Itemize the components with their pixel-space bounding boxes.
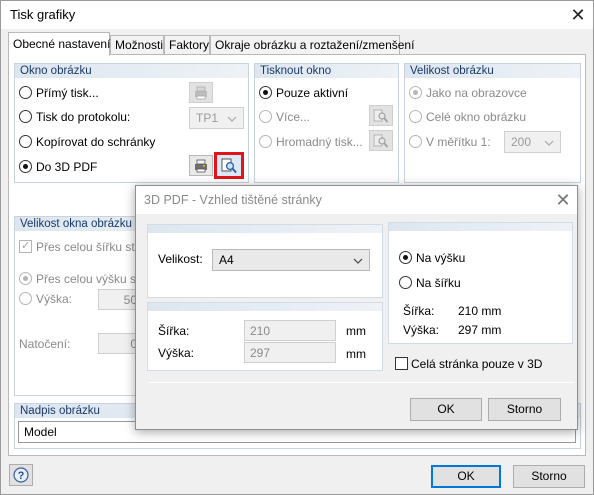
radio-label: Více... [276,110,311,124]
scale-select-value: 200 [511,135,532,149]
radio-jako-na-obrazovce[interactable] [409,86,422,99]
radio-pouze-aktivni[interactable] [259,86,272,99]
radio-label: Přímý tisk... [36,86,99,100]
tab-obecne-nastaveni[interactable]: Obecné nastavení [8,32,110,56]
checkbox-label: Celá stránka pouze v 3D [411,357,543,371]
height-label: Výška: [158,346,195,360]
radio-label: Pouze aktivní [276,86,349,100]
radio-label: Do 3D PDF [36,160,98,174]
width-unit: mm [346,324,366,338]
radio-hromadny-tisk[interactable] [259,135,272,148]
group-title: Tisknout okno [255,64,398,78]
radio-na-vysku[interactable] [399,251,412,264]
chevron-down-icon [544,140,554,146]
radio-label: Hromadný tisk... [276,135,363,149]
checkbox-full-width[interactable] [19,239,32,253]
info-height-value: 297 mm [458,323,502,337]
dialog-title-bar: 3D PDF - Vzhled tištěné stránky ✕ [136,186,577,214]
size-select-value: A4 [219,253,234,267]
tab-moznosti[interactable]: Možnosti [110,35,164,54]
height-unit: mm [346,347,366,361]
dialog-cancel-button[interactable]: Storno [488,398,561,421]
chevron-down-icon [227,116,237,122]
dialog-title: 3D PDF - Vzhled tištěné stránky [144,193,322,207]
radio-label: Celé okno obrázku [426,110,527,124]
radio-label: Přes celou výšku strá [36,272,151,286]
separator [149,382,574,383]
info-height-label: Výška: [403,323,440,337]
radio-label: Na šířku [416,276,461,290]
magnifier-icon[interactable] [369,105,393,126]
radio-vyska[interactable] [19,292,32,305]
radio-vice[interactable] [259,110,272,123]
size-select[interactable]: A4 [212,249,370,271]
radio-v-meritku[interactable] [409,135,422,148]
width-label: Šířka: [158,324,190,338]
help-button[interactable]: ? [9,464,33,486]
radio-label: Jako na obrazovce [426,86,527,100]
tab-okraje[interactable]: Okraje obrázku a roztažení/zmenšení [210,35,414,54]
size-label: Velikost: [158,252,203,266]
info-width-label: Šířka: [403,304,435,318]
close-icon[interactable]: ✕ [569,6,587,24]
window-title: Tisk grafiky [10,7,76,22]
checkbox-full-page-3d[interactable] [395,357,408,370]
protocol-select-value: TP1 [196,111,219,125]
magnifier-page-icon [221,158,237,173]
radio-label: Kopírovat do schránky [36,135,156,149]
group-title: Velikost obrázku [405,64,580,78]
svg-text:?: ? [18,470,25,482]
radio-na-sirku[interactable] [399,276,412,289]
scale-select[interactable]: 200 [504,131,561,153]
radio-label: V měřítku 1: [426,135,491,149]
protocol-select[interactable]: TP1 [189,107,244,129]
printer-settings-icon[interactable] [189,82,213,103]
group-title: Okno obrázku [15,64,248,78]
tab-faktory[interactable]: Faktory [164,35,210,54]
printer-settings-icon[interactable] [189,155,213,176]
radio-primy-tisk[interactable] [19,86,32,99]
radio-label: Na výšku [416,251,466,265]
close-icon[interactable]: ✕ [554,191,572,209]
radio-label: Tisk do protokolu: [36,110,131,124]
radio-label: Výška: [36,292,73,306]
width-input[interactable]: 210 [244,320,336,341]
height-input[interactable]: 297 [244,342,336,363]
radio-full-height[interactable] [19,272,32,285]
ok-button[interactable]: OK [431,465,501,488]
rotation-label: Natočení: [19,337,71,351]
chevron-down-icon [353,258,363,264]
dialog-ok-button[interactable]: OK [410,398,482,421]
info-width-value: 210 mm [458,304,502,318]
help-icon: ? [13,467,29,483]
radio-do-3d-pdf[interactable] [19,160,32,173]
title-bar: Tisk grafiky ✕ [1,1,593,29]
cancel-button[interactable]: Storno [513,465,585,488]
radio-cele-okno[interactable] [409,110,422,123]
radio-tisk-do-protokolu[interactable] [19,110,32,123]
radio-kopirovat[interactable] [19,135,32,148]
pdf-page-setup-button[interactable] [214,152,244,179]
magnifier-icon[interactable] [369,130,393,151]
pdf-page-setup-dialog: 3D PDF - Vzhled tištěné stránky ✕ Veliko… [135,185,578,430]
